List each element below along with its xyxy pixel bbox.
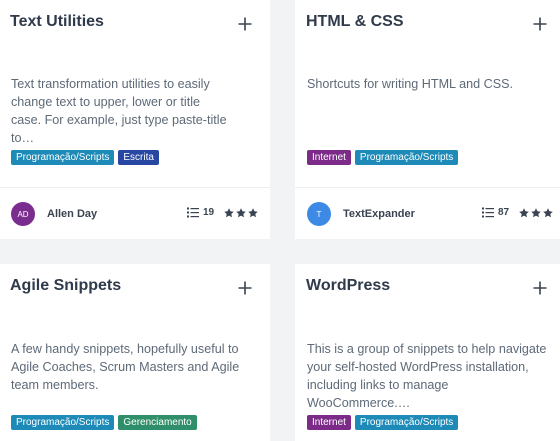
tag-list: Internet Programação/Scripts [307, 150, 459, 165]
star-icon [236, 207, 246, 217]
card-title[interactable]: HTML & CSS [306, 13, 403, 31]
tag[interactable]: Programação/Scripts [11, 415, 115, 430]
snippet-card[interactable]: Text Utilities Text transformation utili… [0, 0, 270, 239]
star-icon [519, 207, 529, 217]
add-button[interactable] [530, 278, 550, 298]
plus-icon [238, 281, 252, 295]
author[interactable]: AD Allen Day [11, 202, 97, 226]
snippet-count: 87 [498, 207, 510, 218]
card-title[interactable]: Agile Snippets [10, 277, 121, 295]
tag[interactable]: Internet [307, 415, 351, 430]
tag-list: Internet Programação/Scripts [307, 415, 459, 430]
card-title[interactable]: WordPress [306, 277, 390, 295]
snippet-card[interactable]: Agile Snippets A few handy snippets, hop… [0, 264, 270, 441]
star-icon [248, 207, 258, 217]
tag[interactable]: Programação/Scripts [11, 150, 115, 165]
tag-list: Programação/Scripts Gerenciamento [11, 415, 197, 430]
tag[interactable]: Internet [307, 150, 351, 165]
add-button[interactable] [530, 14, 550, 34]
tag[interactable]: Escrita [118, 150, 159, 165]
tag[interactable]: Programação/Scripts [354, 150, 459, 165]
card-description: Text transformation utilities to easily … [11, 77, 227, 145]
card-title[interactable]: Text Utilities [10, 13, 104, 31]
rating [519, 207, 553, 218]
add-button[interactable] [235, 278, 255, 298]
card-description: Shortcuts for writing HTML and CSS. [307, 77, 514, 91]
snippet-stats: 87 [482, 207, 553, 218]
star-icon [224, 207, 234, 217]
author-name: TextExpander [343, 208, 415, 220]
tag[interactable]: Gerenciamento [118, 415, 197, 430]
add-button[interactable] [235, 14, 255, 34]
rating [224, 207, 258, 218]
plus-icon [533, 281, 547, 295]
plus-icon [238, 17, 252, 31]
avatar: AD [11, 202, 35, 226]
divider [0, 187, 270, 188]
author-name: Allen Day [47, 208, 98, 220]
avatar: T [307, 202, 331, 226]
snippet-stats: 19 [187, 207, 258, 218]
card-description: This is a group of snippets to help navi… [307, 342, 547, 410]
snippet-card[interactable]: WordPress This is a group of snippets to… [295, 264, 560, 441]
star-icon [543, 207, 553, 217]
list-icon [187, 207, 199, 218]
snippet-count: 19 [203, 207, 215, 218]
list-icon [482, 207, 494, 218]
card-description: A few handy snippets, hopefully useful t… [11, 342, 240, 392]
author[interactable]: T TextExpander [307, 202, 415, 226]
snippet-card[interactable]: HTML & CSS Shortcuts for writing HTML an… [295, 0, 560, 239]
star-icon [531, 207, 541, 217]
tag-list: Programação/Scripts Escrita [11, 150, 159, 165]
plus-icon [533, 17, 547, 31]
tag[interactable]: Programação/Scripts [354, 415, 459, 430]
divider [295, 187, 560, 188]
